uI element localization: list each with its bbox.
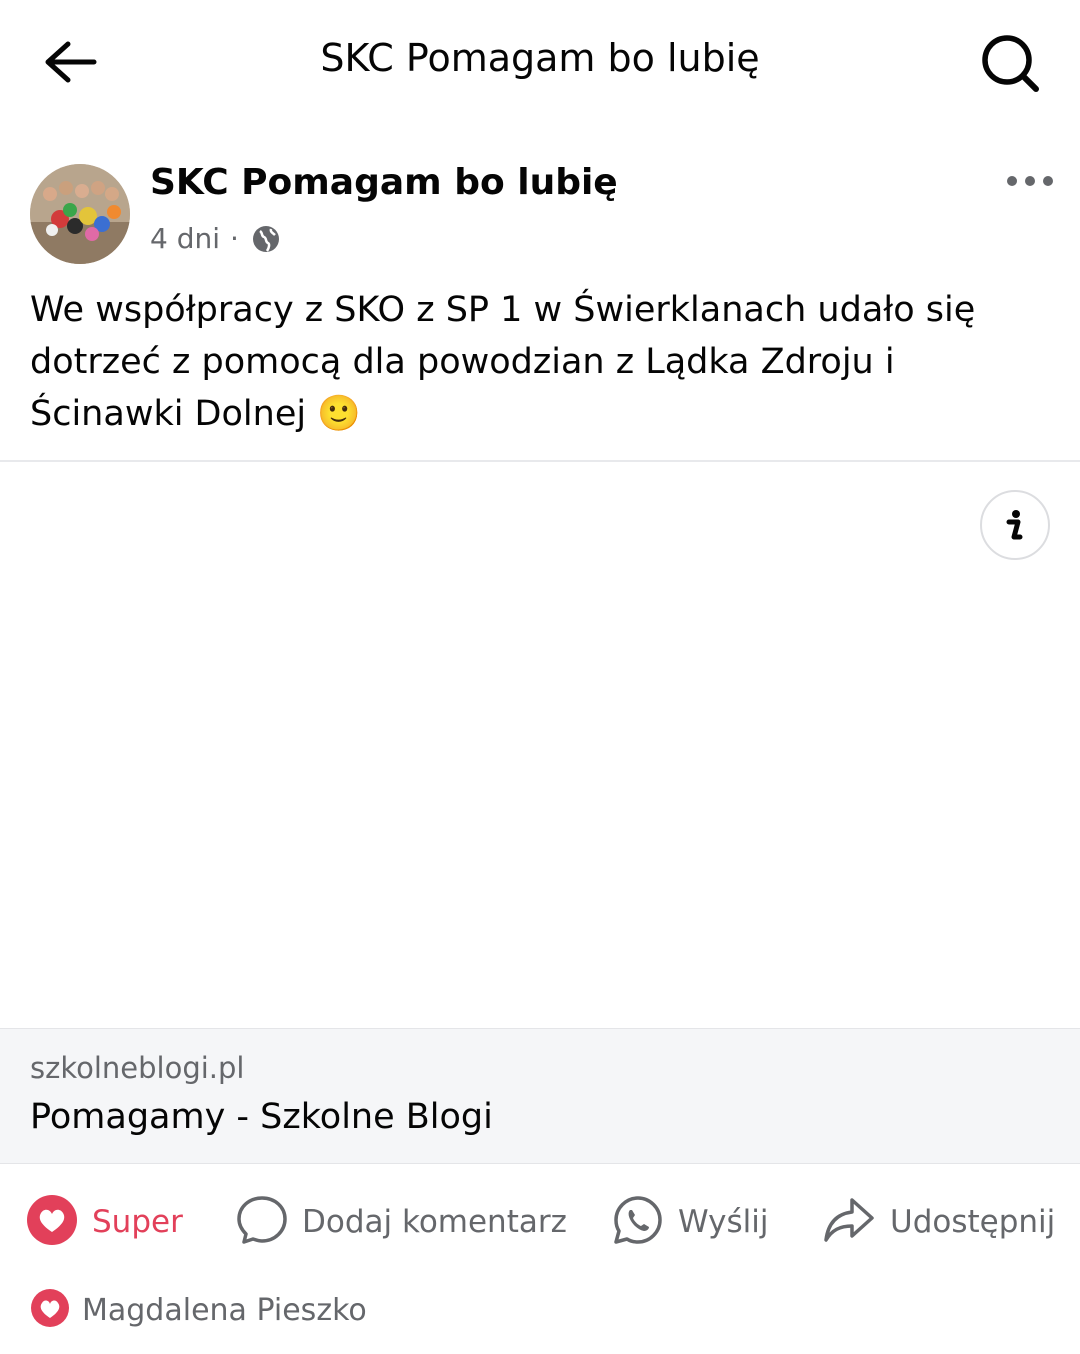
- info-icon[interactable]: [980, 490, 1050, 560]
- super-reaction-button[interactable]: Super: [26, 1180, 183, 1264]
- whatsapp-icon: [612, 1194, 664, 1250]
- link-preview-image[interactable]: [0, 462, 1080, 1028]
- search-icon[interactable]: [978, 32, 1042, 94]
- reaction-names: Magdalena Pieszko: [82, 1292, 367, 1328]
- author-avatar[interactable]: [30, 164, 130, 264]
- share-icon: [822, 1194, 876, 1250]
- send-label: Wyślij: [678, 1204, 769, 1240]
- link-card[interactable]: szkolneblogi.pl Pomagamy - Szkolne Blogi: [0, 1028, 1080, 1164]
- share-label: Udostępnij: [890, 1204, 1056, 1240]
- action-bar: Super Dodaj komentarz Wyślij Udostępnij: [0, 1180, 1080, 1264]
- post-time[interactable]: 4 dni: [150, 222, 220, 255]
- send-whatsapp-button[interactable]: Wyślij: [612, 1180, 768, 1264]
- link-domain: szkolneblogi.pl: [30, 1051, 245, 1085]
- heart-icon: [26, 1194, 78, 1250]
- post-meta: 4 dni ·: [150, 222, 281, 255]
- post-text: We współpracy z SKO z SP 1 w Świerklanac…: [30, 290, 976, 434]
- link-title: Pomagamy - Szkolne Blogi: [30, 1097, 493, 1137]
- author-name[interactable]: SKC Pomagam bo lubię: [150, 162, 618, 203]
- page-title: SKC Pomagam bo lubię: [320, 36, 760, 80]
- comment-label: Dodaj komentarz: [302, 1204, 567, 1240]
- comment-icon: [236, 1194, 288, 1250]
- heart-icon: [30, 1288, 70, 1332]
- globe-icon: [251, 224, 281, 254]
- share-button[interactable]: Udostępnij: [822, 1180, 1055, 1264]
- top-bar: SKC Pomagam bo lubię: [0, 0, 1080, 124]
- meta-separator: ·: [230, 222, 239, 255]
- more-options-icon[interactable]: [1000, 168, 1060, 198]
- reactions-summary[interactable]: Magdalena Pieszko: [30, 1288, 367, 1332]
- comment-button[interactable]: Dodaj komentarz: [236, 1180, 567, 1264]
- super-label: Super: [92, 1204, 183, 1240]
